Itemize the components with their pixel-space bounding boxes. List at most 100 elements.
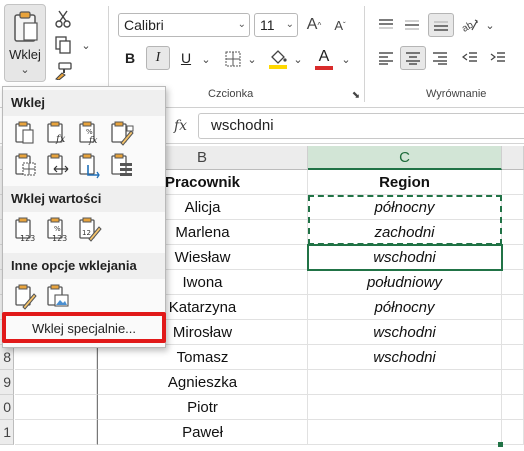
increase-font-size-icon[interactable]: A ^ [304,13,324,37]
paste-icon[interactable] [13,121,39,147]
font-name-value: Calibri [124,17,164,33]
align-bottom-icon[interactable] [428,13,454,37]
cell[interactable] [502,195,524,220]
chevron-down-icon[interactable]: ⌄ [246,50,258,68]
svg-text:12: 12 [82,229,91,237]
cell-employee[interactable]: Paweł [97,420,308,445]
chevron-down-icon: ⌄ [237,19,246,30]
borders-icon[interactable] [222,48,244,70]
paste-options-menu: Wklej fx % fx Wklej wartości 123 % 123 12 … [2,86,166,348]
bold-button[interactable]: B [118,46,142,70]
align-top-icon[interactable] [374,14,398,36]
dialog-launcher-icon[interactable]: ⬊ [350,88,362,102]
cell[interactable] [15,395,97,420]
align-center-icon[interactable] [400,46,426,70]
cell-region[interactable]: wschodni [308,320,502,345]
cell-employee[interactable]: Agnieszka [97,370,308,395]
orientation-icon[interactable]: ab [458,14,482,36]
align-left-icon[interactable] [374,47,398,69]
cell[interactable] [502,270,524,295]
paste-formulas-number-format-icon[interactable]: %fx [77,121,103,147]
svg-text:%: % [54,225,61,233]
svg-text:123: 123 [52,234,67,243]
paste-no-borders-icon[interactable] [13,153,39,179]
cell-region[interactable]: północny [308,295,502,320]
cell[interactable] [502,420,524,445]
cell[interactable] [502,245,524,270]
paste-values-icon[interactable]: 123 [13,217,39,243]
ribbon-separator [364,6,365,102]
decrease-indent-icon[interactable] [458,47,482,69]
paste-button[interactable]: Wklej ⌄ [4,4,46,82]
cell[interactable] [502,295,524,320]
column-header-d[interactable] [502,146,524,170]
copy-icon[interactable] [52,34,74,56]
cell[interactable] [502,395,524,420]
fill-handle[interactable] [498,442,503,447]
fill-color-icon[interactable] [266,46,290,72]
increase-indent-icon[interactable] [486,47,510,69]
cell-region[interactable]: południowy [308,270,502,295]
font-size-value: 11 [260,17,275,33]
formula-input[interactable]: wschodni [198,113,524,139]
paste-transpose-icon[interactable] [77,153,103,179]
chevron-down-icon[interactable]: ⌄ [200,50,212,68]
cell-region[interactable] [308,370,502,395]
row-header[interactable]: 0 [0,395,14,420]
chevron-down-icon[interactable]: ⌄ [292,50,304,68]
paste-formatting-icon[interactable] [13,284,39,310]
cell[interactable] [15,345,97,370]
cut-icon[interactable] [52,8,74,30]
font-name-select[interactable]: Calibri ⌄ [118,13,250,37]
header-cell-region[interactable]: Region [308,170,502,195]
cell[interactable] [15,420,97,445]
align-right-icon[interactable] [428,47,452,69]
font-color-icon[interactable]: A [312,46,336,72]
chevron-down-icon[interactable]: ⌄ [484,16,496,34]
svg-text:123: 123 [20,234,35,243]
paste-merge-conditional-formatting-icon[interactable] [109,153,135,179]
paste-values-source-formatting-icon[interactable]: 12 [77,217,103,243]
menu-section-other-paste-options: Inne opcje wklejania [3,253,165,279]
paste-values-number-format-icon[interactable]: %123 [45,217,71,243]
row-header[interactable]: 1 [0,420,14,445]
align-middle-icon[interactable] [400,14,424,36]
cell-region[interactable] [308,395,502,420]
cell-region[interactable]: zachodni [308,220,502,245]
paste-keep-column-widths-icon[interactable] [45,153,71,179]
chevron-down-icon[interactable]: ⌄ [5,63,45,76]
svg-text:%: % [86,128,93,136]
paste-keep-source-formatting-icon[interactable] [109,121,135,147]
underline-button[interactable]: U [174,46,198,70]
cell-region[interactable]: wschodni [308,345,502,370]
paste-formulas-icon[interactable]: fx [45,121,71,147]
cell-employee[interactable]: Piotr [97,395,308,420]
row-header[interactable]: 9 [0,370,14,395]
column-header-c[interactable]: C [308,146,502,170]
cell[interactable] [502,320,524,345]
format-painter-icon[interactable] [52,60,74,82]
svg-text:fx: fx [55,134,66,145]
menu-section-paste: Wklej [3,90,165,116]
paste-label: Wklej [9,47,41,62]
cell[interactable] [502,370,524,395]
cell[interactable] [15,370,97,395]
cell-region[interactable]: północny [308,195,502,220]
cell[interactable] [502,345,524,370]
fx-icon[interactable]: fx [174,118,187,134]
row-header[interactable]: 8 [0,345,14,370]
chevron-down-icon[interactable]: ⌄ [78,36,94,54]
cell-employee[interactable]: Tomasz [97,345,308,370]
group-label-alignment: Wyrównanie [426,88,487,100]
chevron-down-icon[interactable]: ⌄ [340,50,352,68]
cell[interactable] [502,170,524,195]
cell[interactable] [502,220,524,245]
italic-button[interactable]: I [146,46,170,70]
group-label-font: Czcionka [208,88,254,100]
cell-region[interactable] [308,420,502,445]
decrease-font-size-icon[interactable]: Aˇ [330,13,350,37]
font-color-letter: A [318,47,330,65]
paste-picture-icon[interactable] [45,284,71,310]
font-size-select[interactable]: 11 ⌄ [254,13,298,37]
cell-region[interactable]: wschodni [308,245,502,270]
